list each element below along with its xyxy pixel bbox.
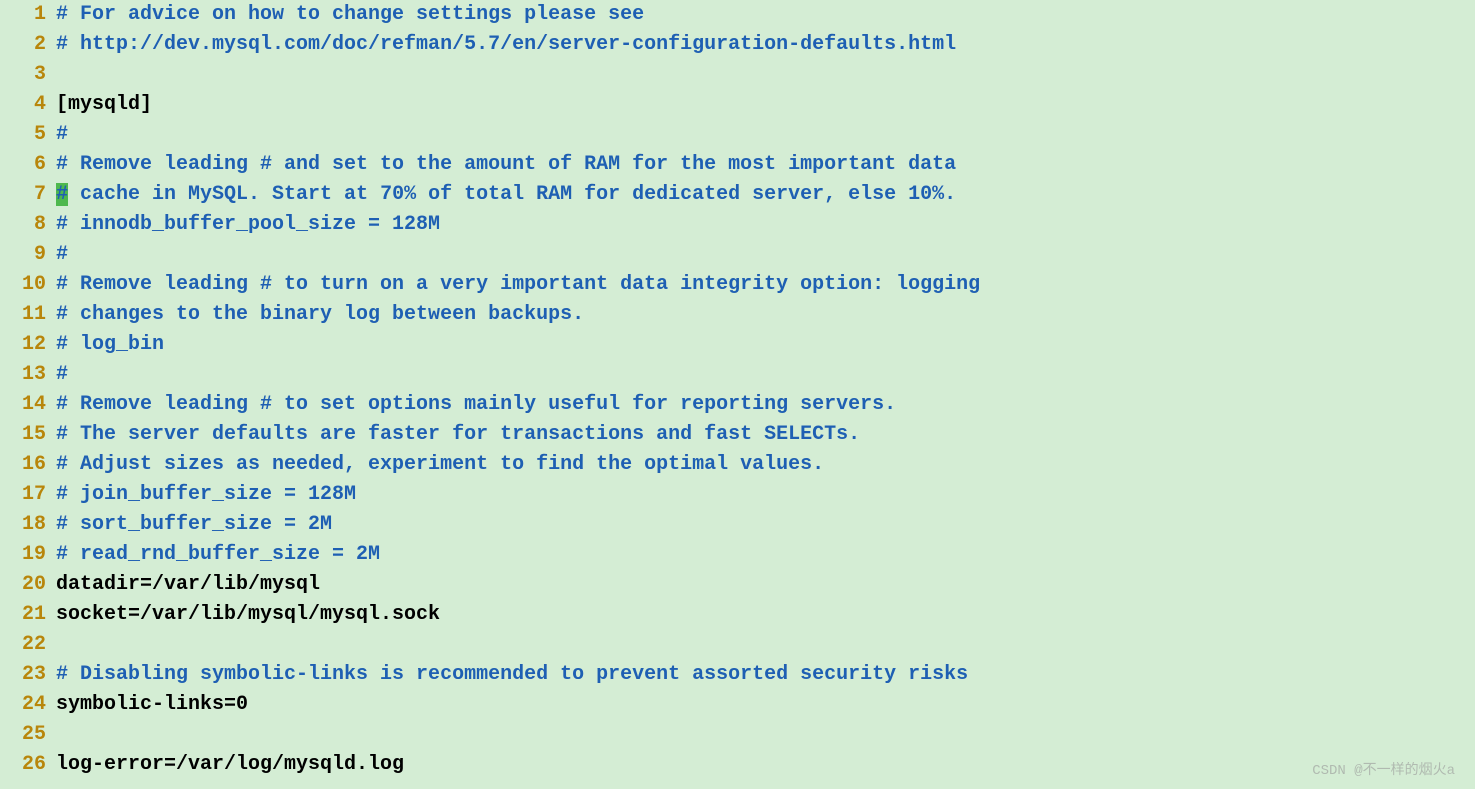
code-line: 8# innodb_buffer_pool_size = 128M	[0, 210, 1475, 240]
line-number: 11	[0, 300, 56, 330]
line-content	[56, 630, 1475, 660]
line-content: # read_rnd_buffer_size = 2M	[56, 540, 1475, 570]
line-number: 16	[0, 450, 56, 480]
line-content: # For advice on how to change settings p…	[56, 0, 1475, 30]
code-line: 3	[0, 60, 1475, 90]
line-content: #	[56, 240, 1475, 270]
line-content: # innodb_buffer_pool_size = 128M	[56, 210, 1475, 240]
line-content	[56, 720, 1475, 750]
code-line: 14# Remove leading # to set options main…	[0, 390, 1475, 420]
code-line: 15# The server defaults are faster for t…	[0, 420, 1475, 450]
line-content: symbolic-links=0	[56, 690, 1475, 720]
code-line: 2# http://dev.mysql.com/doc/refman/5.7/e…	[0, 30, 1475, 60]
line-number: 23	[0, 660, 56, 690]
line-number: 5	[0, 120, 56, 150]
line-content: # changes to the binary log between back…	[56, 300, 1475, 330]
line-number: 2	[0, 30, 56, 60]
code-line: 1# For advice on how to change settings …	[0, 0, 1475, 30]
line-number: 6	[0, 150, 56, 180]
line-number: 3	[0, 60, 56, 90]
watermark: CSDN @不一样的烟火a	[1312, 759, 1455, 779]
code-line: 19# read_rnd_buffer_size = 2M	[0, 540, 1475, 570]
line-number: 1	[0, 0, 56, 30]
code-editor[interactable]: 1# For advice on how to change settings …	[0, 0, 1475, 780]
line-content: socket=/var/lib/mysql/mysql.sock	[56, 600, 1475, 630]
line-number: 17	[0, 480, 56, 510]
line-number: 14	[0, 390, 56, 420]
code-line: 24symbolic-links=0	[0, 690, 1475, 720]
line-content	[56, 60, 1475, 90]
code-line: 5#	[0, 120, 1475, 150]
line-number: 20	[0, 570, 56, 600]
code-line: 11# changes to the binary log between ba…	[0, 300, 1475, 330]
code-line: 7# cache in MySQL. Start at 70% of total…	[0, 180, 1475, 210]
code-line: 20datadir=/var/lib/mysql	[0, 570, 1475, 600]
line-number: 15	[0, 420, 56, 450]
line-number: 19	[0, 540, 56, 570]
line-content: # Remove leading # and set to the amount…	[56, 150, 1475, 180]
code-line: 23# Disabling symbolic-links is recommen…	[0, 660, 1475, 690]
code-line: 26log-error=/var/log/mysqld.log	[0, 750, 1475, 780]
line-content: # Disabling symbolic-links is recommende…	[56, 660, 1475, 690]
code-line: 6# Remove leading # and set to the amoun…	[0, 150, 1475, 180]
line-content: #	[56, 360, 1475, 390]
line-number: 25	[0, 720, 56, 750]
code-line: 4[mysqld]	[0, 90, 1475, 120]
code-line: 17# join_buffer_size = 128M	[0, 480, 1475, 510]
line-content: # http://dev.mysql.com/doc/refman/5.7/en…	[56, 30, 1475, 60]
line-content: # sort_buffer_size = 2M	[56, 510, 1475, 540]
line-number: 8	[0, 210, 56, 240]
line-content: # Remove leading # to turn on a very imp…	[56, 270, 1475, 300]
line-number: 7	[0, 180, 56, 210]
line-number: 13	[0, 360, 56, 390]
line-content: # log_bin	[56, 330, 1475, 360]
line-number: 24	[0, 690, 56, 720]
code-line: 16# Adjust sizes as needed, experiment t…	[0, 450, 1475, 480]
line-content: log-error=/var/log/mysqld.log	[56, 750, 1475, 780]
line-number: 26	[0, 750, 56, 780]
line-number: 22	[0, 630, 56, 660]
line-content: # cache in MySQL. Start at 70% of total …	[56, 180, 1475, 210]
line-content: datadir=/var/lib/mysql	[56, 570, 1475, 600]
line-content: # The server defaults are faster for tra…	[56, 420, 1475, 450]
line-content: # join_buffer_size = 128M	[56, 480, 1475, 510]
code-line: 21socket=/var/lib/mysql/mysql.sock	[0, 600, 1475, 630]
line-content: #	[56, 120, 1475, 150]
line-number: 4	[0, 90, 56, 120]
line-number: 10	[0, 270, 56, 300]
line-number: 12	[0, 330, 56, 360]
line-content: # Adjust sizes as needed, experiment to …	[56, 450, 1475, 480]
line-content: # Remove leading # to set options mainly…	[56, 390, 1475, 420]
cursor-position: #	[56, 183, 68, 206]
code-line: 22	[0, 630, 1475, 660]
line-number: 9	[0, 240, 56, 270]
line-content: [mysqld]	[56, 90, 1475, 120]
code-line: 25	[0, 720, 1475, 750]
code-line: 18# sort_buffer_size = 2M	[0, 510, 1475, 540]
code-line: 10# Remove leading # to turn on a very i…	[0, 270, 1475, 300]
code-line: 13#	[0, 360, 1475, 390]
line-number: 21	[0, 600, 56, 630]
code-line: 12# log_bin	[0, 330, 1475, 360]
line-number: 18	[0, 510, 56, 540]
code-line: 9#	[0, 240, 1475, 270]
